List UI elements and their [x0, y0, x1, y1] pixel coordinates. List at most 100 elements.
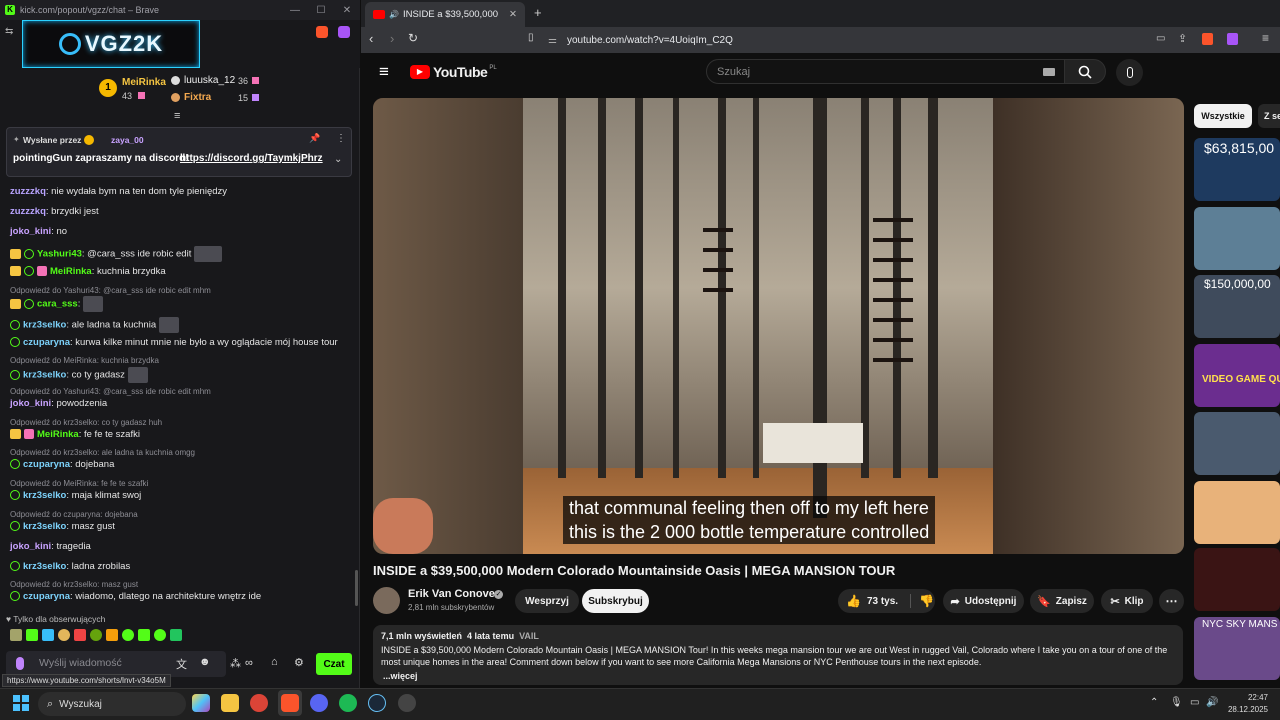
yt-menu-icon[interactable]: ≡ [379, 62, 389, 82]
chip-channel[interactable]: Z se [1258, 104, 1280, 128]
brave-shield-icon[interactable] [1202, 33, 1213, 45]
support-button[interactable]: Wesprzyj [515, 589, 579, 613]
loop-icon[interactable]: ∞ [245, 657, 253, 669]
minimize-icon[interactable]: — [282, 5, 308, 16]
chat-username[interactable]: krz3selko [23, 320, 66, 331]
chat-username[interactable]: krz3selko [23, 370, 66, 381]
leader-name-2[interactable]: luuuska_12 [184, 75, 235, 86]
reply-context[interactable]: Odpowiedź do krz3selko: co ty gadasz huh [10, 418, 162, 427]
reload-icon[interactable]: ↻ [408, 31, 418, 45]
chat-username[interactable]: krz3selko [23, 521, 66, 532]
emote-icon[interactable] [138, 629, 150, 641]
cast-icon[interactable]: ▭ [1156, 33, 1165, 44]
emote-icon[interactable] [154, 629, 166, 641]
clip-button[interactable]: ✂ Klip [1101, 589, 1153, 613]
chat-username[interactable]: MeiRinka [37, 429, 79, 440]
brave-rewards-icon[interactable] [338, 26, 350, 38]
expand-pinned-icon[interactable]: ⌄ [334, 154, 342, 165]
brave-icon[interactable] [281, 694, 299, 712]
chat-username[interactable]: joko_kini [10, 398, 51, 409]
emote-icon[interactable] [122, 629, 134, 641]
chat-username[interactable]: krz3selko [23, 490, 66, 501]
settings-gear-icon[interactable]: ⚙ [294, 656, 304, 669]
maximize-icon[interactable]: ☐ [308, 5, 334, 16]
send-chat-button[interactable]: Czat [316, 653, 352, 675]
chat-username[interactable]: czuparyna [23, 591, 70, 602]
recommended-thumbnail[interactable] [1194, 207, 1280, 270]
share-button[interactable]: ➦ Udostępnij [943, 589, 1024, 613]
emote-icon[interactable] [58, 629, 70, 641]
steam-icon[interactable] [368, 694, 386, 712]
reply-context[interactable]: Odpowiedź do MeiRinka: fe fe te szafki [10, 479, 148, 488]
close-tab-icon[interactable]: ✕ [509, 9, 517, 20]
reply-context[interactable]: Odpowiedź do krz3selko: ale ladna ta kuc… [10, 448, 195, 457]
more-link[interactable]: ...więcej [383, 671, 418, 681]
audio-playing-icon[interactable]: 🔊 [389, 10, 399, 19]
channel-avatar[interactable] [373, 587, 400, 614]
pinned-sender[interactable]: zaya_00 [111, 135, 144, 145]
volume-tray-icon[interactable]: 🔊 [1206, 697, 1218, 708]
chat-username[interactable]: krz3selko [23, 561, 66, 572]
chat-username[interactable]: cara_sss [37, 299, 78, 310]
reply-context[interactable]: Odpowiedź do krz3selko: masz gust [10, 580, 138, 589]
pinned-more-icon[interactable]: ⋮ [336, 133, 346, 144]
youtube-logo[interactable]: ▶ YouTube PL [410, 64, 497, 80]
emote-icon[interactable] [74, 629, 86, 641]
description-box[interactable]: 7,1 mln wyświetleń 4 lata temu VAIL INSI… [373, 625, 1183, 685]
reply-context[interactable]: Odpowiedź do MeiRinka: kuchnia brzydka [10, 356, 159, 365]
dislike-icon[interactable]: 👎 [919, 594, 934, 608]
chat-username[interactable]: joko_kini [10, 541, 51, 552]
recommended-thumbnail[interactable] [1194, 412, 1280, 475]
emote-icon[interactable] [26, 629, 38, 641]
chat-username[interactable]: czuparyna [23, 337, 70, 348]
copilot-icon[interactable] [192, 694, 210, 712]
recommended-thumbnail[interactable] [1194, 481, 1280, 544]
like-icon[interactable]: 👍 [846, 594, 861, 608]
channel-points-icon[interactable]: ⁂ [230, 657, 241, 670]
recommended-thumbnail[interactable]: NYC SKY MANS [1194, 617, 1280, 680]
store-icon[interactable]: ⌂ [271, 656, 278, 668]
chrome-icon[interactable] [250, 694, 268, 712]
recommended-thumbnail[interactable] [1194, 548, 1280, 611]
url-field[interactable]: ⚌ youtube.com/watch?v=4UoiqIm_C2Q [548, 31, 1128, 49]
discord-link[interactable]: https://discord.gg/TaymkjPhrz [180, 153, 323, 164]
file-explorer-icon[interactable] [221, 694, 239, 712]
chip-all[interactable]: Wszystkie [1194, 104, 1252, 128]
leader-name-3[interactable]: Fixtra [184, 92, 211, 103]
recommended-thumbnail[interactable]: $63,815,00 [1194, 138, 1280, 201]
hashtag[interactable]: VAIL [519, 631, 539, 641]
recommended-thumbnail[interactable]: VIDEO GAME QUIZ [1194, 344, 1280, 407]
emote-icon[interactable] [42, 629, 54, 641]
more-actions-icon[interactable]: ⋯ [1159, 589, 1184, 613]
yt-search-button[interactable] [1064, 59, 1106, 84]
tune-icon[interactable]: ⇆ [5, 26, 13, 37]
video-player[interactable] [373, 98, 1184, 554]
share-icon[interactable]: ⇪ [1178, 32, 1187, 45]
subscribe-button[interactable]: Subskrybuj [582, 589, 649, 613]
forward-icon[interactable]: › [390, 31, 394, 46]
close-icon[interactable]: ✕ [334, 5, 360, 16]
new-tab-icon[interactable]: + [534, 5, 542, 20]
taskbar-search[interactable]: ⌕ Wyszukaj [38, 692, 186, 716]
discord-icon[interactable] [310, 694, 328, 712]
brave-shield-icon[interactable] [316, 26, 328, 38]
emoji-icon[interactable]: ☻ [199, 656, 211, 668]
chat-username[interactable]: zuzzzkq [10, 186, 46, 197]
emote-icon[interactable] [106, 629, 118, 641]
active-tab[interactable]: 🔊 INSIDE a $39,500,000 Modern ✕ [365, 2, 525, 27]
brave-rewards-icon[interactable] [1227, 33, 1238, 45]
browser-menu-icon[interactable]: ≡ [1262, 31, 1269, 45]
clock-time[interactable]: 22:47 [1232, 693, 1268, 702]
chat-username[interactable]: zuzzzkq [10, 206, 46, 217]
reply-context[interactable]: Odpowiedź do czuparyna: dojebana [10, 510, 138, 519]
chat-username[interactable]: MeiRinka [50, 266, 92, 277]
bookmark-icon[interactable]: ▯ [528, 32, 534, 43]
recommended-thumbnail[interactable]: $150,000,00 [1194, 275, 1280, 338]
clock-date[interactable]: 28.12.2025 [1222, 705, 1268, 714]
obs-icon[interactable] [398, 694, 416, 712]
voice-search-button[interactable] [1116, 59, 1143, 86]
save-button[interactable]: 🔖 Zapisz [1030, 589, 1094, 613]
yt-search-input[interactable]: Szukaj [706, 59, 1066, 84]
tray-chevron-icon[interactable]: ⌃ [1150, 697, 1158, 708]
chat-scrollbar[interactable] [355, 570, 358, 606]
